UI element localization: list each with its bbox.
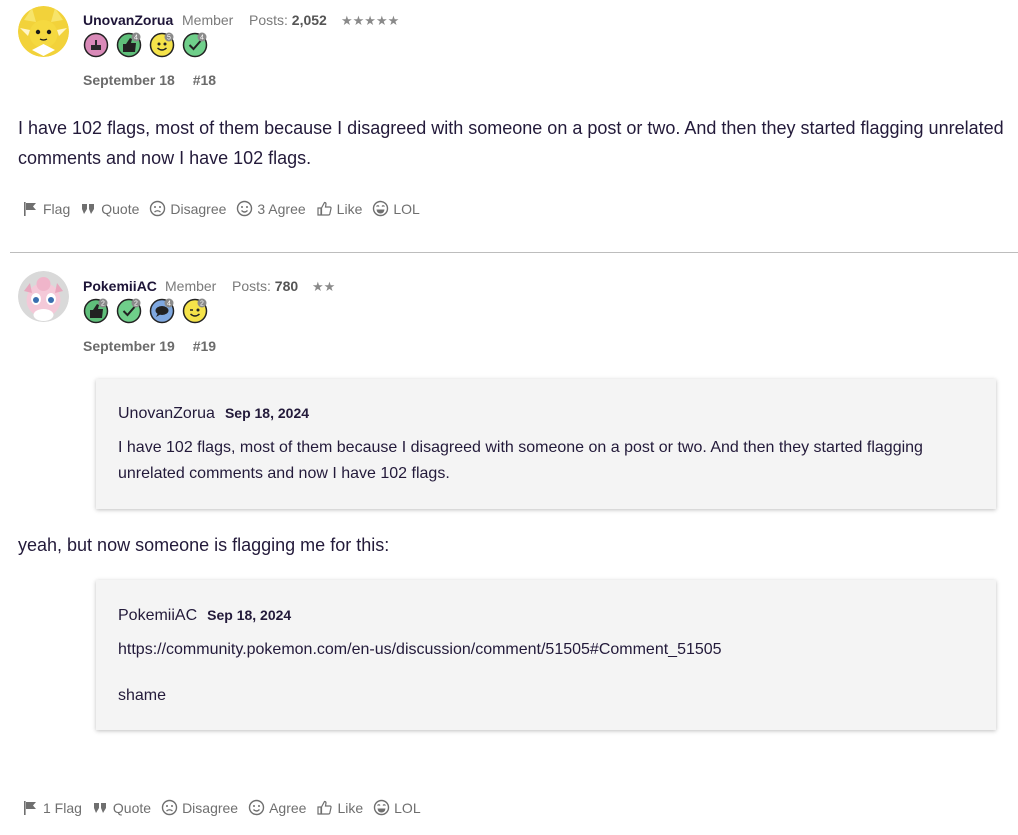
post-body: I have 102 flags, most of them because I… [18, 118, 1004, 168]
thumbs-up-icon[interactable]: 2 [83, 298, 109, 324]
badge-count: 4 [134, 35, 138, 42]
post-date[interactable]: September 18 [83, 72, 175, 88]
disagree-button[interactable]: Disagree [149, 200, 226, 217]
flag-icon [24, 202, 36, 216]
like-label: Like [337, 799, 364, 816]
username[interactable]: UnovanZorua [83, 12, 173, 28]
agree-label: Agree [269, 799, 307, 816]
post-actions: 1 Flag Quote Disagree Agree Like LOL [22, 799, 421, 816]
quote-date: Sep 18, 2024 [224, 405, 310, 421]
lol-button[interactable]: LOL [372, 200, 420, 217]
like-button[interactable]: Like [316, 200, 363, 217]
comment-post: PokemiiAC Member Posts: 780 ★★ 2 2 4 2 S… [0, 253, 1018, 835]
flag-button[interactable]: 1 Flag [22, 799, 82, 816]
flag-button[interactable]: Flag [22, 200, 70, 217]
frown-face-icon [150, 200, 166, 217]
thumbs-up-icon [317, 201, 332, 216]
badge-list: 4 5 4 [83, 32, 208, 60]
post-date[interactable]: September 19 [83, 338, 175, 354]
post-count: Posts: 780 [232, 278, 298, 294]
lol-label: LOL [393, 200, 420, 217]
flag-label: Flag [43, 200, 71, 217]
blockquote: PokemiiAC Sep 18, 2024 https://community.… [96, 580, 996, 730]
like-label: Like [336, 200, 363, 217]
blockquote: UnovanZorua Sep 18, 2024 I have 102 flags… [96, 379, 996, 509]
badge-list: 2 2 4 2 [83, 298, 208, 326]
comment-post: UnovanZorua Member Posts: 2,052 ★★★★★ 4 … [0, 0, 1018, 252]
posts-count: 2,052 [291, 12, 327, 28]
post-meta: September 19 #19 [83, 338, 216, 354]
cake-icon[interactable] [83, 32, 109, 58]
username[interactable]: PokemiiAC [83, 278, 157, 294]
disagree-button[interactable]: Disagree [161, 799, 238, 816]
lol-label: LOL [394, 799, 421, 816]
avatar[interactable] [18, 271, 69, 322]
quote-label: Quote [112, 799, 152, 816]
checkmark-icon[interactable]: 4 [182, 32, 208, 58]
badge-count: 2 [200, 301, 204, 308]
quote-icon [82, 204, 95, 214]
quote-date: Sep 18, 2024 [207, 607, 292, 623]
badge-count: 2 [101, 301, 105, 308]
quote-button[interactable]: Quote [80, 200, 139, 217]
comment-icon[interactable]: 4 [149, 298, 175, 324]
frown-face-icon [161, 799, 178, 816]
quote-icon [93, 803, 106, 813]
disagree-label: Disagree [170, 200, 227, 217]
post-actions: Flag Quote Disagree 3 Agree Like LOL [22, 200, 420, 217]
quote-text: shame [118, 687, 167, 704]
post-meta: September 18 #18 [83, 72, 216, 88]
quote-button[interactable]: Quote [92, 799, 151, 816]
quote-label: Quote [101, 200, 140, 217]
user-role: Member [165, 278, 217, 294]
disagree-label: Disagree [182, 799, 239, 816]
post-number[interactable]: #19 [193, 338, 216, 354]
quote-author[interactable]: UnovanZorua [118, 405, 215, 422]
post-count: Posts: 2,052 [249, 12, 327, 28]
badge-count: 4 [200, 35, 204, 42]
agree-button[interactable]: Agree [248, 799, 306, 816]
posts-count: 780 [274, 278, 299, 294]
agree-button[interactable]: 3 Agree [236, 200, 306, 217]
post-body: yeah, but now someone is flagging me for… [18, 535, 390, 555]
badge-count: 4 [167, 301, 171, 308]
agree-label: 3 Agree [257, 200, 306, 217]
thumbs-up-icon[interactable]: 4 [116, 32, 142, 58]
badge-count: 5 [167, 35, 171, 42]
quote-header: PokemiiAC Sep 18, 2024 [118, 607, 291, 625]
quote-header: UnovanZorua Sep 18, 2024 [118, 405, 309, 423]
quote-text: I have 102 flags, most of them because I… [118, 439, 923, 482]
like-button[interactable]: Like [316, 799, 363, 816]
laugh-face-icon [373, 200, 389, 217]
flag-icon [24, 801, 36, 815]
smiley-face-icon[interactable]: 5 [149, 32, 175, 58]
laugh-face-icon [373, 799, 390, 816]
rank-stars: ★★ [312, 279, 336, 294]
user-role: Member [182, 12, 234, 28]
posts-label: Posts: [232, 278, 271, 294]
checkmark-icon[interactable]: 2 [116, 298, 142, 324]
thumbs-up-icon [317, 800, 333, 815]
quote-link[interactable]: https://community.pokemon.com/en-us/disc… [118, 637, 988, 663]
post-number[interactable]: #18 [193, 72, 216, 88]
avatar[interactable] [18, 6, 69, 57]
smile-face-icon [237, 200, 253, 217]
badge-count: 2 [134, 301, 138, 308]
lol-button[interactable]: LOL [373, 799, 421, 816]
posts-label: Posts: [249, 12, 288, 28]
flag-label: 1 Flag [43, 799, 82, 816]
rank-stars: ★★★★★ [341, 13, 400, 28]
smile-face-icon [248, 799, 265, 816]
wink-face-icon[interactable]: 2 [182, 298, 208, 324]
quote-author[interactable]: PokemiiAC [118, 607, 197, 624]
